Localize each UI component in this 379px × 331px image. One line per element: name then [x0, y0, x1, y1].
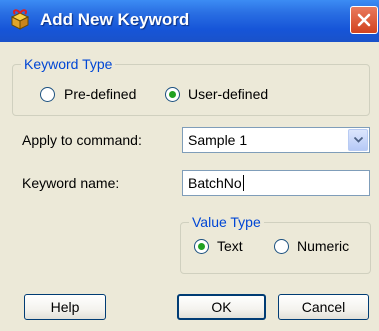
apply-to-command-dropdown[interactable]: Sample 1 — [182, 127, 370, 153]
radio-user-defined[interactable] — [165, 87, 180, 102]
radio-pre-defined-label[interactable]: Pre-defined — [64, 86, 136, 102]
close-button[interactable] — [350, 6, 378, 34]
radio-numeric-label[interactable]: Numeric — [297, 238, 349, 254]
help-button[interactable]: Help — [24, 294, 106, 320]
add-new-keyword-dialog: Add New Keyword Keyword Type Pre-defined… — [0, 0, 379, 331]
window-title: Add New Keyword — [40, 10, 190, 29]
close-icon — [357, 13, 371, 27]
radio-pre-defined[interactable] — [40, 87, 55, 102]
chevron-down-icon — [354, 137, 363, 143]
keyword-name-input[interactable]: BatchNo — [182, 170, 370, 196]
cancel-button[interactable]: Cancel — [278, 294, 369, 320]
dropdown-button[interactable] — [348, 129, 368, 151]
keyword-type-legend: Keyword Type — [21, 56, 116, 72]
text-caret — [243, 175, 244, 191]
radio-text-label[interactable]: Text — [217, 238, 243, 254]
keyword-name-label: Keyword name: — [22, 175, 120, 191]
radio-text[interactable] — [194, 239, 209, 254]
ok-button[interactable]: OK — [177, 294, 266, 320]
value-type-legend: Value Type — [189, 214, 264, 230]
apply-to-command-label: Apply to command: — [22, 132, 142, 148]
keyword-name-value: BatchNo — [188, 175, 242, 191]
radio-numeric[interactable] — [274, 239, 289, 254]
gift-box-icon — [9, 8, 31, 30]
apply-to-command-value: Sample 1 — [188, 132, 248, 148]
radio-user-defined-label[interactable]: User-defined — [188, 86, 268, 102]
title-bar[interactable]: Add New Keyword — [0, 0, 379, 42]
